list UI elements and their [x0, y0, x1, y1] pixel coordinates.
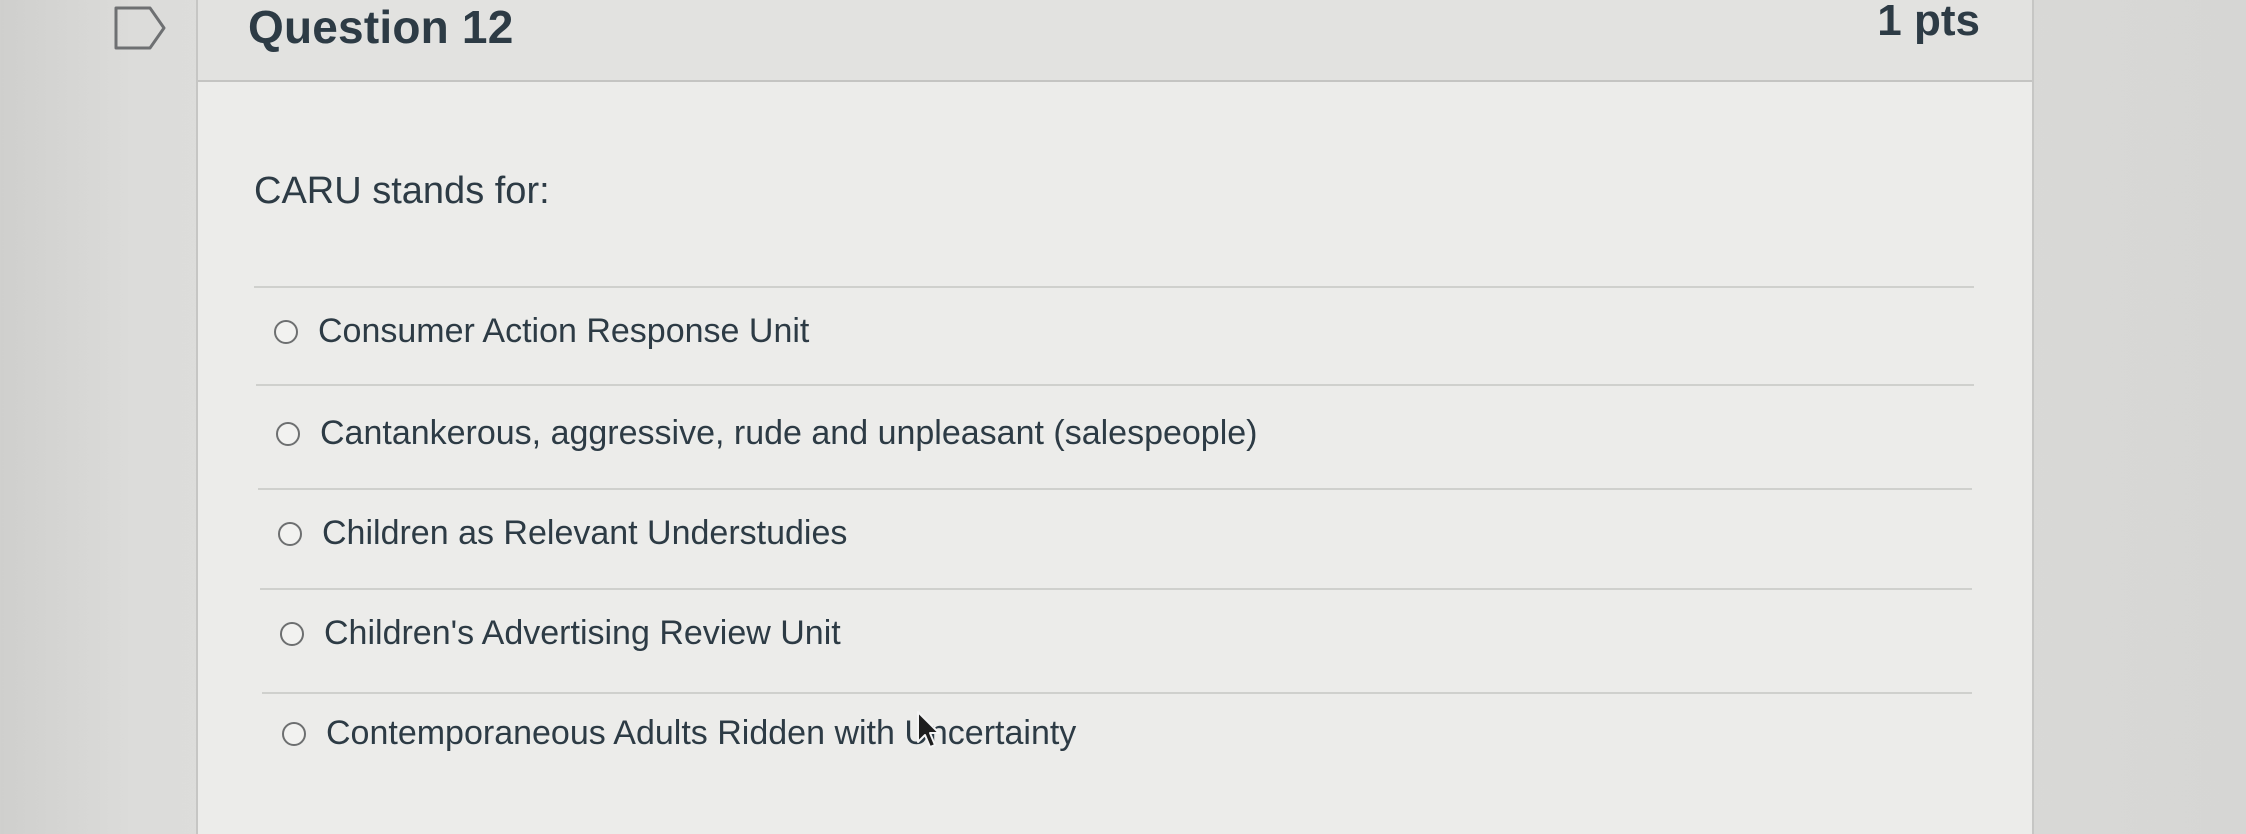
answer-option-2[interactable]: Cantankerous, aggressive, rude and unple…	[276, 414, 1258, 453]
answer-divider	[262, 692, 1972, 694]
answer-label: Consumer Action Response Unit	[318, 312, 810, 350]
answer-option-1[interactable]: Consumer Action Response Unit	[274, 312, 809, 351]
answer-label: Children as Relevant Understudies	[322, 514, 848, 552]
answer-label: Cantankerous, aggressive, rude and unple…	[320, 414, 1258, 452]
answer-divider	[258, 488, 1972, 490]
radio-button[interactable]	[278, 521, 302, 546]
question-card: Question 12 1 pts CARU stands for: Consu…	[196, 0, 2034, 834]
answer-option-3[interactable]: Children as Relevant Understudies	[278, 514, 847, 553]
radio-button[interactable]	[280, 621, 304, 646]
flag-question-icon[interactable]	[112, 4, 168, 52]
answer-option-5[interactable]: Contemporaneous Adults Ridden with Uncer…	[282, 714, 1076, 753]
radio-button[interactable]	[274, 319, 298, 344]
mouse-pointer-icon	[917, 711, 940, 748]
radio-button[interactable]	[276, 421, 300, 446]
question-title: Question 12	[248, 1, 514, 53]
answer-label: Children's Advertising Review Unit	[324, 614, 841, 652]
question-header: Question 12 1 pts	[198, 0, 2032, 82]
question-points: 1 pts	[1877, 0, 1980, 45]
answer-divider	[254, 286, 1974, 288]
answer-option-4[interactable]: Children's Advertising Review Unit	[280, 614, 841, 653]
answer-divider	[260, 588, 1972, 590]
answer-label: Contemporaneous Adults Ridden with Uncer…	[326, 714, 1077, 752]
question-prompt: CARU stands for:	[254, 170, 550, 212]
radio-button[interactable]	[282, 721, 306, 746]
answer-divider	[256, 384, 1974, 386]
